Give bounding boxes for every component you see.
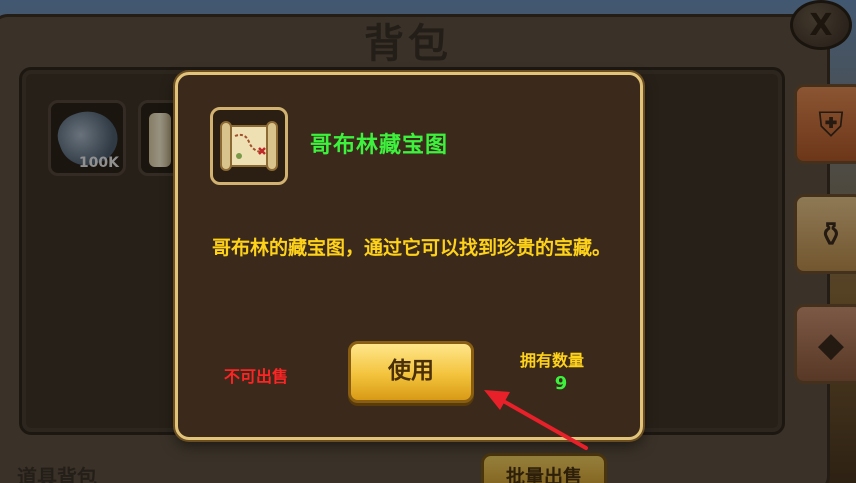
not-sellable-label: 不可出售 (224, 367, 289, 386)
owned-quantity-label: 拥有数量 (520, 351, 585, 370)
treasure-map-icon (220, 121, 278, 171)
use-button[interactable]: 使用 (348, 341, 474, 403)
item-icon-frame (210, 107, 288, 185)
item-detail-popup: 哥布林藏宝图 哥布林的藏宝图，通过它可以找到珍贵的宝藏。 不可出售 使用 拥有数… (175, 72, 643, 440)
item-name: 哥布林藏宝图 (310, 133, 449, 158)
item-description: 哥布林的藏宝图，通过它可以找到珍贵的宝藏。 (212, 237, 612, 259)
owned-quantity-value: 9 (554, 373, 568, 394)
game-screen: 背包 100K 道具背包 批量出售 X ⛨ ⚱ ◆ 哥布林藏宝图 哥布林的藏宝图… (0, 0, 856, 483)
